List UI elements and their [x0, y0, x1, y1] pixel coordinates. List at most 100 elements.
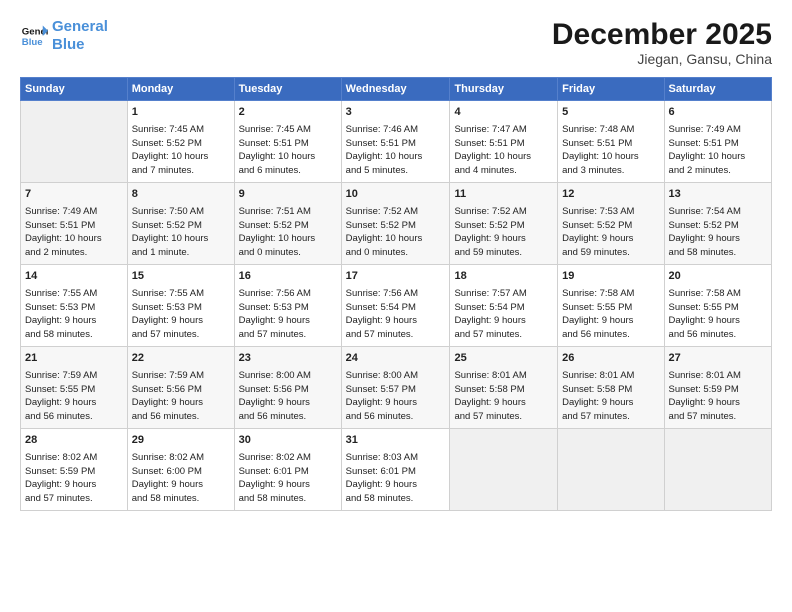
calendar-cell: 2 Sunrise: 7:45 AM Sunset: 5:51 PM Daylig… [234, 101, 341, 183]
month-title: December 2025 [552, 18, 772, 51]
title-block: December 2025 Jiegan, Gansu, China [552, 18, 772, 67]
day-info: Sunrise: 7:55 AM Sunset: 5:53 PM Dayligh… [25, 287, 123, 342]
day-number: 24 [346, 351, 446, 367]
weekday-header-wednesday: Wednesday [341, 78, 450, 101]
day-number: 8 [132, 187, 230, 203]
calendar-cell: 8 Sunrise: 7:50 AM Sunset: 5:52 PM Daylig… [127, 183, 234, 265]
day-info: Sunrise: 7:55 AM Sunset: 5:53 PM Dayligh… [132, 287, 230, 342]
calendar-cell: 11 Sunrise: 7:52 AM Sunset: 5:52 PM Dayli… [450, 183, 558, 265]
day-info: Sunrise: 7:56 AM Sunset: 5:53 PM Dayligh… [239, 287, 337, 342]
calendar-week-row: 21Sunrise: 7:59 AM Sunset: 5:55 PM Dayli… [21, 347, 772, 429]
day-number: 10 [346, 187, 446, 203]
day-number: 9 [239, 187, 337, 203]
day-info: Sunrise: 8:02 AM Sunset: 6:00 PM Dayligh… [132, 451, 230, 506]
calendar-cell: 17 Sunrise: 7:56 AM Sunset: 5:54 PM Dayli… [341, 265, 450, 347]
day-number: 14 [25, 269, 123, 285]
day-info: Sunrise: 8:00 AM Sunset: 5:57 PM Dayligh… [346, 369, 446, 424]
day-number: 17 [346, 269, 446, 285]
day-number: 2 [239, 105, 337, 121]
day-info: Sunrise: 8:01 AM Sunset: 5:58 PM Dayligh… [562, 369, 659, 424]
logo-text: GeneralBlue [52, 18, 108, 54]
day-number: 11 [454, 187, 553, 203]
day-info: Sunrise: 8:01 AM Sunset: 5:58 PM Dayligh… [454, 369, 553, 424]
calendar-cell: 16 Sunrise: 7:56 AM Sunset: 5:53 PM Dayli… [234, 265, 341, 347]
calendar-cell: 23 Sunrise: 8:00 AM Sunset: 5:56 PM Dayli… [234, 347, 341, 429]
day-info: Sunrise: 7:59 AM Sunset: 5:55 PM Dayligh… [25, 369, 123, 424]
day-info: Sunrise: 7:54 AM Sunset: 5:52 PM Dayligh… [669, 205, 767, 260]
day-info: Sunrise: 7:47 AM Sunset: 5:51 PM Dayligh… [454, 123, 553, 178]
calendar-cell: 6 Sunrise: 7:49 AM Sunset: 5:51 PM Daylig… [664, 101, 771, 183]
day-number: 19 [562, 269, 659, 285]
calendar-cell: 29 Sunrise: 8:02 AM Sunset: 6:00 PM Dayli… [127, 429, 234, 511]
calendar-cell: 10Sunrise: 7:52 AM Sunset: 5:52 PM Dayli… [341, 183, 450, 265]
calendar-cell: 1 Sunrise: 7:45 AM Sunset: 5:52 PM Daylig… [127, 101, 234, 183]
day-number: 1 [132, 105, 230, 121]
day-info: Sunrise: 7:53 AM Sunset: 5:52 PM Dayligh… [562, 205, 659, 260]
calendar-cell [558, 429, 664, 511]
calendar-cell: 14 Sunrise: 7:55 AM Sunset: 5:53 PM Dayli… [21, 265, 128, 347]
day-info: Sunrise: 7:52 AM Sunset: 5:52 PM Dayligh… [454, 205, 553, 260]
weekday-header-saturday: Saturday [664, 78, 771, 101]
logo-icon: General Blue [20, 22, 48, 50]
day-info: Sunrise: 8:02 AM Sunset: 5:59 PM Dayligh… [25, 451, 123, 506]
day-number: 30 [239, 433, 337, 449]
day-number: 29 [132, 433, 230, 449]
day-number: 15 [132, 269, 230, 285]
day-number: 23 [239, 351, 337, 367]
calendar-cell: 22 Sunrise: 7:59 AM Sunset: 5:56 PM Dayli… [127, 347, 234, 429]
weekday-header-sunday: Sunday [21, 78, 128, 101]
day-info: Sunrise: 8:00 AM Sunset: 5:56 PM Dayligh… [239, 369, 337, 424]
day-number: 22 [132, 351, 230, 367]
logo: General Blue GeneralBlue [20, 18, 108, 54]
day-number: 13 [669, 187, 767, 203]
calendar-cell: 13 Sunrise: 7:54 AM Sunset: 5:52 PM Dayli… [664, 183, 771, 265]
calendar-table: SundayMondayTuesdayWednesdayThursdayFrid… [20, 77, 772, 511]
day-info: Sunrise: 8:02 AM Sunset: 6:01 PM Dayligh… [239, 451, 337, 506]
day-info: Sunrise: 8:03 AM Sunset: 6:01 PM Dayligh… [346, 451, 446, 506]
calendar-cell [450, 429, 558, 511]
day-number: 31 [346, 433, 446, 449]
day-info: Sunrise: 7:50 AM Sunset: 5:52 PM Dayligh… [132, 205, 230, 260]
calendar-cell: 27Sunrise: 8:01 AM Sunset: 5:59 PM Dayli… [664, 347, 771, 429]
weekday-header-row: SundayMondayTuesdayWednesdayThursdayFrid… [21, 78, 772, 101]
day-number: 5 [562, 105, 659, 121]
day-info: Sunrise: 7:58 AM Sunset: 5:55 PM Dayligh… [669, 287, 767, 342]
calendar-cell: 4 Sunrise: 7:47 AM Sunset: 5:51 PM Daylig… [450, 101, 558, 183]
day-info: Sunrise: 7:45 AM Sunset: 5:52 PM Dayligh… [132, 123, 230, 178]
calendar-cell: 18Sunrise: 7:57 AM Sunset: 5:54 PM Dayli… [450, 265, 558, 347]
calendar-cell: 30 Sunrise: 8:02 AM Sunset: 6:01 PM Dayli… [234, 429, 341, 511]
day-info: Sunrise: 7:59 AM Sunset: 5:56 PM Dayligh… [132, 369, 230, 424]
calendar-cell [21, 101, 128, 183]
calendar-cell: 9 Sunrise: 7:51 AM Sunset: 5:52 PM Daylig… [234, 183, 341, 265]
day-info: Sunrise: 7:56 AM Sunset: 5:54 PM Dayligh… [346, 287, 446, 342]
calendar-week-row: 1 Sunrise: 7:45 AM Sunset: 5:52 PM Daylig… [21, 101, 772, 183]
calendar-cell: 20Sunrise: 7:58 AM Sunset: 5:55 PM Dayli… [664, 265, 771, 347]
calendar-cell: 21Sunrise: 7:59 AM Sunset: 5:55 PM Dayli… [21, 347, 128, 429]
day-info: Sunrise: 7:45 AM Sunset: 5:51 PM Dayligh… [239, 123, 337, 178]
day-info: Sunrise: 7:48 AM Sunset: 5:51 PM Dayligh… [562, 123, 659, 178]
day-number: 3 [346, 105, 446, 121]
calendar-cell: 15 Sunrise: 7:55 AM Sunset: 5:53 PM Dayli… [127, 265, 234, 347]
day-number: 25 [454, 351, 553, 367]
day-info: Sunrise: 7:51 AM Sunset: 5:52 PM Dayligh… [239, 205, 337, 260]
day-number: 4 [454, 105, 553, 121]
calendar-cell [664, 429, 771, 511]
day-number: 12 [562, 187, 659, 203]
calendar-week-row: 14 Sunrise: 7:55 AM Sunset: 5:53 PM Dayli… [21, 265, 772, 347]
day-info: Sunrise: 8:01 AM Sunset: 5:59 PM Dayligh… [669, 369, 767, 424]
calendar-cell: 3Sunrise: 7:46 AM Sunset: 5:51 PM Daylig… [341, 101, 450, 183]
calendar-cell: 24 Sunrise: 8:00 AM Sunset: 5:57 PM Dayli… [341, 347, 450, 429]
day-number: 28 [25, 433, 123, 449]
weekday-header-monday: Monday [127, 78, 234, 101]
day-number: 7 [25, 187, 123, 203]
calendar-cell: 19 Sunrise: 7:58 AM Sunset: 5:55 PM Dayli… [558, 265, 664, 347]
calendar-cell: 31 Sunrise: 8:03 AM Sunset: 6:01 PM Dayli… [341, 429, 450, 511]
day-info: Sunrise: 7:49 AM Sunset: 5:51 PM Dayligh… [669, 123, 767, 178]
calendar-cell: 5 Sunrise: 7:48 AM Sunset: 5:51 PM Daylig… [558, 101, 664, 183]
day-number: 6 [669, 105, 767, 121]
svg-text:Blue: Blue [22, 37, 43, 48]
day-number: 16 [239, 269, 337, 285]
day-info: Sunrise: 7:58 AM Sunset: 5:55 PM Dayligh… [562, 287, 659, 342]
calendar-cell: 28 Sunrise: 8:02 AM Sunset: 5:59 PM Dayli… [21, 429, 128, 511]
day-number: 26 [562, 351, 659, 367]
